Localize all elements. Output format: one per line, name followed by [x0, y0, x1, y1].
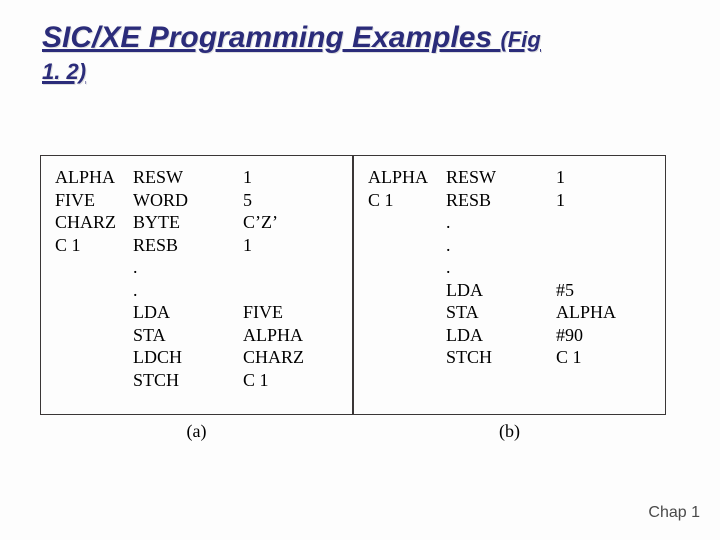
arg-cell: C’Z’ [243, 211, 333, 234]
op-cell: RESW [446, 166, 556, 189]
label-cell: FIVE [55, 189, 133, 212]
op-cell: . [133, 279, 243, 302]
label-cell [55, 256, 133, 279]
footer-label: Chap 1 [648, 504, 700, 522]
label-cell: ALPHA [368, 166, 446, 189]
arg-cell [243, 256, 333, 279]
label-cell [55, 279, 133, 302]
label-cell [368, 256, 446, 279]
label-cell [55, 369, 133, 392]
arg-cell: 1 [243, 234, 333, 257]
table-row: ALPHARESW1 [368, 166, 646, 189]
panel-a: ALPHARESW1 FIVEWORD5 CHARZBYTEC’Z’ C 1RE… [40, 155, 353, 415]
table-row: . [55, 279, 333, 302]
table-row: CHARZBYTEC’Z’ [55, 211, 333, 234]
arg-cell: C 1 [556, 346, 646, 369]
title-suffix: (Fig [500, 27, 540, 52]
table-row: LDA#5 [368, 279, 646, 302]
op-cell: STA [133, 324, 243, 347]
page-title: SIC/XE Programming Examples (Fig 1. 2) [42, 22, 682, 85]
table-row: LDA#90 [368, 324, 646, 347]
code-table-b: ALPHARESW1 C 1RESB1 . . . LDA#5 STAALPHA… [368, 166, 646, 369]
table-row: C 1RESB1 [55, 234, 333, 257]
panel-b: ALPHARESW1 C 1RESB1 . . . LDA#5 STAALPHA… [353, 155, 666, 415]
op-cell: LDA [446, 324, 556, 347]
op-cell: WORD [133, 189, 243, 212]
label-cell: C 1 [368, 189, 446, 212]
op-cell: LDCH [133, 346, 243, 369]
op-cell: . [133, 256, 243, 279]
table-row: LDAFIVE [55, 301, 333, 324]
op-cell: . [446, 211, 556, 234]
op-cell: RESB [133, 234, 243, 257]
slide: SIC/XE Programming Examples (Fig 1. 2) A… [0, 0, 720, 540]
op-cell: STCH [133, 369, 243, 392]
label-cell: C 1 [55, 234, 133, 257]
op-cell: LDA [446, 279, 556, 302]
arg-cell [243, 279, 333, 302]
arg-cell: 1 [243, 166, 333, 189]
code-table-a: ALPHARESW1 FIVEWORD5 CHARZBYTEC’Z’ C 1RE… [55, 166, 333, 391]
arg-cell: 1 [556, 166, 646, 189]
panels: ALPHARESW1 FIVEWORD5 CHARZBYTEC’Z’ C 1RE… [40, 155, 666, 415]
table-row: . [55, 256, 333, 279]
title-line2: 1. 2) [42, 59, 86, 84]
op-cell: RESW [133, 166, 243, 189]
arg-cell: #5 [556, 279, 646, 302]
panel-a-caption: (a) [41, 421, 352, 442]
arg-cell: CHARZ [243, 346, 333, 369]
table-row: . [368, 234, 646, 257]
op-cell: BYTE [133, 211, 243, 234]
arg-cell: ALPHA [556, 301, 646, 324]
label-cell [368, 324, 446, 347]
arg-cell: C 1 [243, 369, 333, 392]
op-cell: STCH [446, 346, 556, 369]
arg-cell: 1 [556, 189, 646, 212]
arg-cell: 5 [243, 189, 333, 212]
label-cell: CHARZ [55, 211, 133, 234]
table-row: FIVEWORD5 [55, 189, 333, 212]
op-cell: . [446, 256, 556, 279]
label-cell [368, 211, 446, 234]
title-line1: SIC/XE Programming Examples [42, 21, 500, 54]
panel-b-caption: (b) [354, 421, 665, 442]
op-cell: . [446, 234, 556, 257]
table-row: STCHC 1 [55, 369, 333, 392]
arg-cell: ALPHA [243, 324, 333, 347]
table-row: ALPHARESW1 [55, 166, 333, 189]
label-cell: ALPHA [55, 166, 133, 189]
table-row: STAALPHA [55, 324, 333, 347]
op-cell: STA [446, 301, 556, 324]
table-row: STAALPHA [368, 301, 646, 324]
label-cell [55, 324, 133, 347]
arg-cell [556, 234, 646, 257]
arg-cell [556, 256, 646, 279]
table-row: STCHC 1 [368, 346, 646, 369]
label-cell [368, 234, 446, 257]
op-cell: LDA [133, 301, 243, 324]
label-cell [368, 346, 446, 369]
arg-cell: FIVE [243, 301, 333, 324]
label-cell [368, 279, 446, 302]
label-cell [55, 346, 133, 369]
arg-cell [556, 211, 646, 234]
table-row: C 1RESB1 [368, 189, 646, 212]
table-row: LDCHCHARZ [55, 346, 333, 369]
label-cell [368, 301, 446, 324]
table-row: . [368, 211, 646, 234]
table-row: . [368, 256, 646, 279]
label-cell [55, 301, 133, 324]
op-cell: RESB [446, 189, 556, 212]
arg-cell: #90 [556, 324, 646, 347]
